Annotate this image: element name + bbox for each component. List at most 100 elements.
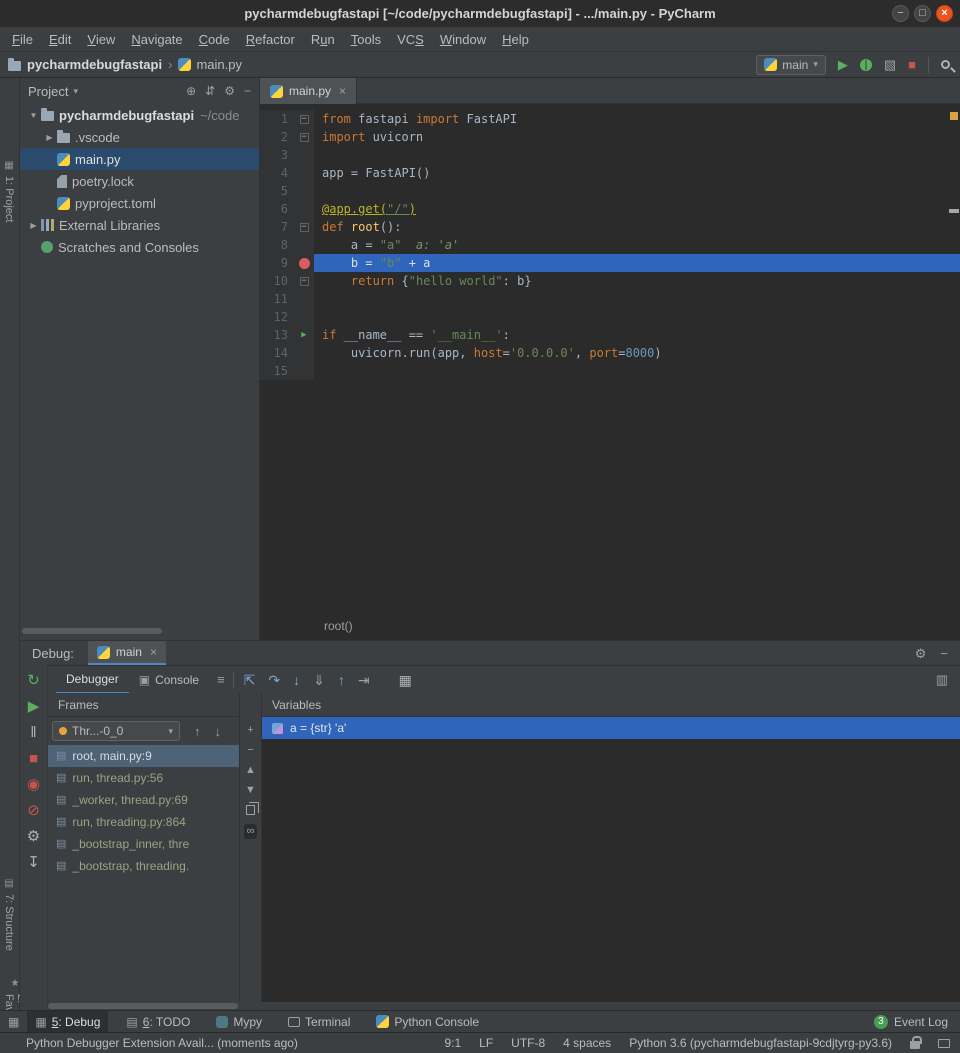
code-line-2[interactable]: 2−import uvicorn <box>260 128 960 146</box>
next-frame-icon[interactable]: ↓ <box>215 725 222 738</box>
close-icon[interactable]: × <box>339 84 346 98</box>
frame-run-thread-py-56[interactable]: ▤run, thread.py:56 <box>48 767 239 789</box>
menu-navigate[interactable]: Navigate <box>123 32 190 47</box>
tree-item-pycharmdebugfastapi[interactable]: ▼pycharmdebugfastapi~/code <box>20 104 259 126</box>
caret-position[interactable]: 9:1 <box>444 1036 461 1050</box>
tree-arrow-icon[interactable]: ▶ <box>42 133 57 142</box>
tab-console[interactable]: ▣ Console <box>129 666 209 694</box>
frame-bootstrap-threading[interactable]: ▤_bootstrap, threading. <box>48 855 239 877</box>
toolwindow-button-6-todo[interactable]: ▤6: TODO <box>118 1011 198 1033</box>
toolwindow-button-python-console[interactable]: Python Console <box>368 1011 487 1033</box>
title-bar[interactable]: pycharmdebugfastapi [~/code/pycharmdebug… <box>0 0 960 27</box>
code-line-15[interactable]: 15 <box>260 362 960 380</box>
fold-icon[interactable]: − <box>300 223 309 232</box>
run-config-select[interactable]: main ▾ <box>756 55 826 75</box>
menu-window[interactable]: Window <box>432 32 494 47</box>
frame-worker-thread-py-69[interactable]: ▤_worker, thread.py:69 <box>48 789 239 811</box>
tab-debugger[interactable]: Debugger <box>56 666 129 694</box>
force-step-into-icon[interactable]: ⇓ <box>313 673 325 687</box>
run-with-coverage-icon[interactable]: ▧ <box>884 58 896 71</box>
code-line-8[interactable]: 8 a = "a" a: 'a' <box>260 236 960 254</box>
tree-item-poetry-lock[interactable]: poetry.lock <box>20 170 259 192</box>
frame-bootstrap-inner-thre[interactable]: ▤_bootstrap_inner, thre <box>48 833 239 855</box>
pause-icon[interactable]: ‖ <box>30 725 36 740</box>
menu-edit[interactable]: Edit <box>41 32 79 47</box>
tree-arrow-icon[interactable]: ▼ <box>26 111 41 120</box>
code-line-1[interactable]: 1−from fastapi import FastAPI <box>260 110 960 128</box>
code-line-13[interactable]: 13▶if __name__ == '__main__': <box>260 326 960 344</box>
step-over-icon[interactable]: ↷ <box>268 673 280 687</box>
menu-view[interactable]: View <box>79 32 123 47</box>
breakpoint-icon[interactable] <box>299 258 310 269</box>
toolwindow-button-mypy[interactable]: Mypy <box>208 1011 270 1033</box>
tree-item-pyproject-toml[interactable]: pyproject.toml <box>20 192 259 214</box>
menu-code[interactable]: Code <box>191 32 238 47</box>
restore-layout-icon[interactable]: ▥ <box>936 673 948 686</box>
stripe-project-button[interactable]: ▦1: Project <box>3 160 15 222</box>
code-line-11[interactable]: 11 <box>260 290 960 308</box>
hide-debug-panel-icon[interactable]: − <box>940 647 948 660</box>
minimize-button[interactable]: − <box>892 5 909 22</box>
fold-icon[interactable]: − <box>300 133 309 142</box>
duplicate-watch-icon[interactable] <box>246 805 255 815</box>
run-icon[interactable]: ▶ <box>838 58 848 71</box>
menu-file[interactable]: File <box>4 32 41 47</box>
code-line-3[interactable]: 3 <box>260 146 960 164</box>
event-log-button[interactable]: 3 Event Log <box>874 1015 960 1029</box>
run-to-cursor-icon[interactable]: ⇥ <box>358 673 370 687</box>
move-watch-up-icon[interactable]: ▲ <box>245 765 256 776</box>
breadcrumb-project[interactable]: pycharmdebugfastapi <box>27 57 162 72</box>
status-message[interactable]: Python Debugger Extension Avail... (mome… <box>26 1036 298 1050</box>
step-into-icon[interactable]: ↓ <box>293 673 300 687</box>
tab-main-py[interactable]: main.py × <box>260 78 357 104</box>
run-gutter-icon[interactable]: ▶ <box>301 330 306 340</box>
locate-file-icon[interactable]: ⊕ <box>186 85 196 97</box>
fold-icon[interactable]: − <box>300 115 309 124</box>
mute-breakpoints-icon[interactable]: ⊘ <box>27 803 40 818</box>
menu-help[interactable]: Help <box>494 32 537 47</box>
stop-debug-icon[interactable]: ■ <box>29 751 38 766</box>
view-breakpoints-icon[interactable]: ◉ <box>27 777 40 792</box>
maximize-button[interactable]: □ <box>914 5 931 22</box>
toolwindow-button-terminal[interactable]: Terminal <box>280 1011 358 1033</box>
tree-item-vscode[interactable]: ▶.vscode <box>20 126 259 148</box>
close-icon[interactable]: × <box>150 645 157 659</box>
evaluate-expression-icon[interactable]: ▦ <box>399 673 412 687</box>
project-settings-icon[interactable]: ⚙ <box>224 85 235 97</box>
python-interpreter[interactable]: Python 3.6 (pycharmdebugfastapi-9cdjtyrg… <box>629 1036 892 1050</box>
lock-icon[interactable] <box>910 1041 920 1049</box>
hide-panel-icon[interactable]: − <box>244 85 251 97</box>
debug-settings-icon[interactable]: ⚙ <box>915 647 927 660</box>
remove-watch-icon[interactable]: − <box>247 745 253 756</box>
frame-root-main-py-9[interactable]: ▤root, main.py:9 <box>48 745 239 767</box>
tree-arrow-icon[interactable]: ▶ <box>26 221 41 230</box>
debugger-settings-icon[interactable]: ⚙ <box>27 829 40 844</box>
menu-run[interactable]: Run <box>303 32 343 47</box>
project-view-select[interactable]: Project ▾ <box>28 84 78 99</box>
resume-icon[interactable]: ▶ <box>28 699 40 714</box>
rerun-icon[interactable]: ↻ <box>27 673 40 688</box>
collapse-all-icon[interactable]: ⇵ <box>205 85 215 97</box>
code-line-7[interactable]: 7−def root(): <box>260 218 960 236</box>
warning-marker[interactable] <box>950 112 958 120</box>
layout-settings-icon[interactable]: ≡ <box>217 672 225 687</box>
project-scrollbar[interactable] <box>22 628 162 634</box>
previous-frame-icon[interactable]: ↑ <box>194 725 201 738</box>
show-execution-point-icon[interactable]: ⇱ <box>244 673 256 687</box>
encoding[interactable]: UTF-8 <box>511 1036 545 1050</box>
variable-row[interactable]: a = {str} 'a' <box>262 717 960 739</box>
menu-vcs[interactable]: VCS <box>389 32 432 47</box>
tool-window-switcher-icon[interactable]: ▦ <box>8 1016 19 1028</box>
breadcrumb-file[interactable]: main.py <box>196 57 242 72</box>
tree-item-scratches-and-consoles[interactable]: Scratches and Consoles <box>20 236 259 258</box>
stripe-marker[interactable] <box>949 209 959 213</box>
evaluate-lazily-icon[interactable]: ∞ <box>244 824 258 839</box>
search-everywhere-icon[interactable] <box>941 60 950 69</box>
stop-icon[interactable]: ■ <box>908 58 916 71</box>
toolwindow-button-5-debug[interactable]: ▦5: Debug <box>27 1011 108 1033</box>
stripe-structure-button[interactable]: ▤7: Structure <box>3 878 15 951</box>
tab-debug-main[interactable]: main × <box>88 641 166 665</box>
menu-refactor[interactable]: Refactor <box>238 32 303 47</box>
fold-icon[interactable]: − <box>300 277 309 286</box>
pin-tab-icon[interactable]: ↧ <box>27 855 40 870</box>
